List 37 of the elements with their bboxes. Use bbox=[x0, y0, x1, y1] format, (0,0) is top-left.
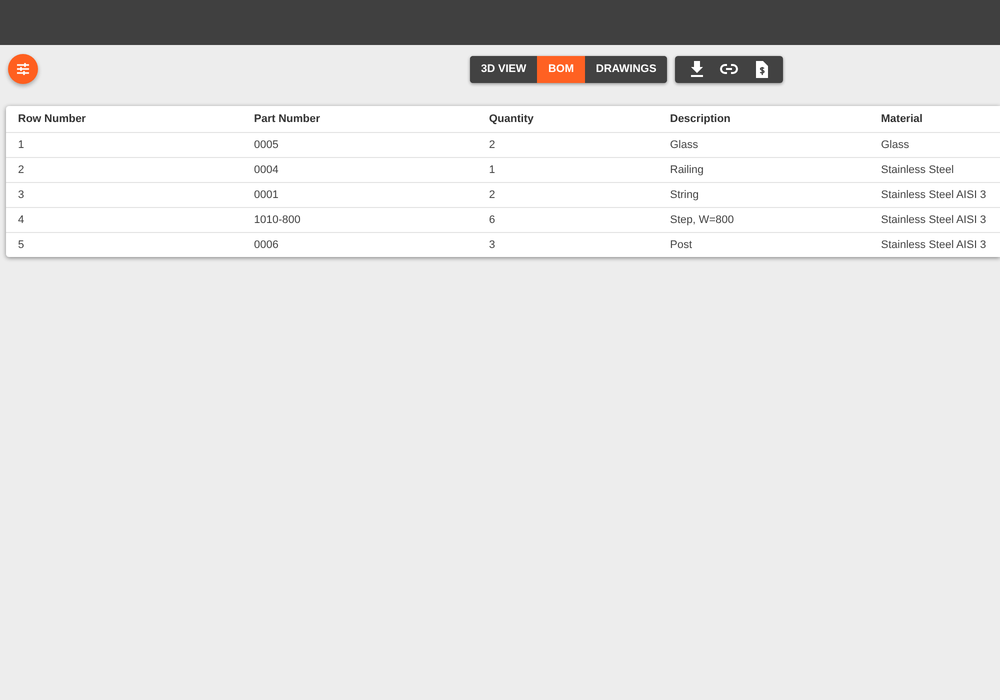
table-cell: 5 bbox=[6, 232, 242, 257]
table-cell: Post bbox=[658, 232, 869, 257]
table-cell: 0006 bbox=[242, 232, 477, 257]
table-cell: 2 bbox=[477, 182, 658, 207]
table-cell: 0001 bbox=[242, 182, 477, 207]
table-cell: 1 bbox=[6, 132, 242, 157]
table-cell: 0005 bbox=[242, 132, 477, 157]
table-cell: 3 bbox=[6, 182, 242, 207]
dollar-document-icon bbox=[754, 60, 768, 78]
column-header: Part Number bbox=[253, 112, 322, 127]
link-icon bbox=[720, 64, 738, 74]
table-cell: Stainless Steel AISI 3 bbox=[869, 232, 1000, 257]
column-header: Row Number bbox=[17, 112, 87, 127]
table-cell: Stainless Steel bbox=[869, 157, 1000, 182]
column-header: Quantity bbox=[488, 112, 535, 127]
table-cell: Stainless Steel AISI 3 bbox=[869, 207, 1000, 232]
view-tab[interactable]: DRAWINGS bbox=[584, 56, 668, 82]
table-cell: Glass bbox=[869, 132, 1000, 157]
table-cell: Step, W=800 bbox=[658, 207, 869, 232]
table-cell: 1010-800 bbox=[242, 207, 477, 232]
table-cell: 4 bbox=[6, 207, 242, 232]
table-cell: Glass bbox=[658, 132, 869, 157]
download-icon bbox=[690, 61, 704, 77]
table-cell: Stainless Steel AISI 3 bbox=[869, 182, 1000, 207]
table-cell: 0004 bbox=[242, 157, 477, 182]
sliders-icon bbox=[16, 62, 30, 76]
table-cell: 2 bbox=[477, 132, 658, 157]
filter-button[interactable] bbox=[8, 54, 38, 84]
table-cell: 2 bbox=[6, 157, 242, 182]
table-cell: 3 bbox=[477, 232, 658, 257]
column-header: Description bbox=[669, 112, 732, 127]
table-cell: 6 bbox=[477, 207, 658, 232]
table-cell: 1 bbox=[477, 157, 658, 182]
view-tab[interactable]: 3D VIEW bbox=[470, 56, 538, 82]
table-cell: Railing bbox=[658, 157, 869, 182]
table-cell: String bbox=[658, 182, 869, 207]
column-header: Material bbox=[880, 112, 924, 127]
